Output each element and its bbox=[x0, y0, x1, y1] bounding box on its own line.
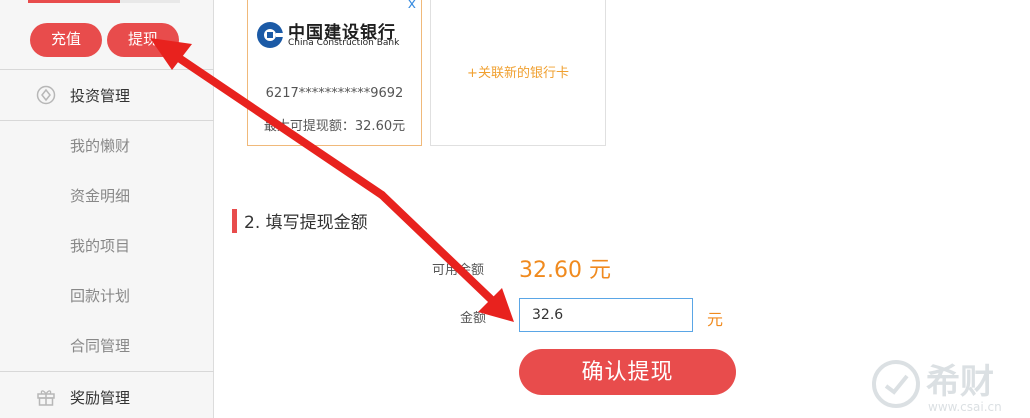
bank-card[interactable]: x 中国建设银行 China Construction Bank 6217***… bbox=[247, 0, 422, 146]
top-tab-active-indicator bbox=[28, 0, 120, 3]
sidebar-top-tabs bbox=[0, 0, 214, 3]
sidebar-divider bbox=[0, 120, 214, 121]
sidebar-item-my-projects[interactable]: 我的项目 bbox=[70, 236, 130, 256]
bank-name-en: China Construction Bank bbox=[288, 38, 400, 48]
sidebar-item-fund-details[interactable]: 资金明细 bbox=[70, 186, 130, 206]
ccb-logo-icon bbox=[257, 22, 285, 48]
sidebar: 充值 提现 投资管理 我的懒财 资金明细 我的项目 回款计划 合同管理 奖励管理 bbox=[0, 0, 214, 418]
balance-label: 可用余额 bbox=[432, 263, 485, 278]
balance-value: 32.60 元 bbox=[519, 258, 611, 283]
sidebar-item-lancai[interactable]: 我的懒财 bbox=[70, 136, 130, 156]
amount-unit: 元 bbox=[707, 310, 724, 329]
amount-label: 金额 bbox=[460, 311, 487, 326]
watermark-logo-icon bbox=[872, 360, 920, 408]
max-withdraw-amount: 最大可提现额：32.60元 bbox=[263, 119, 406, 134]
sidebar-group-label: 奖励管理 bbox=[70, 388, 131, 407]
watermark: 希财 www.csai.cn bbox=[870, 354, 1030, 418]
step-marker bbox=[232, 209, 237, 233]
sidebar-item-contracts[interactable]: 合同管理 bbox=[70, 336, 130, 356]
page: 充值 提现 投资管理 我的懒财 资金明细 我的项目 回款计划 合同管理 奖励管理… bbox=[0, 0, 1030, 418]
top-tab-inactive-indicator bbox=[120, 0, 180, 3]
sidebar-item-repayment-plan[interactable]: 回款计划 bbox=[70, 286, 130, 306]
card-number: 6217***********9692 bbox=[265, 86, 404, 101]
sidebar-group-label: 投资管理 bbox=[70, 86, 131, 105]
watermark-brand: 希财 bbox=[926, 362, 994, 402]
amount-input[interactable] bbox=[519, 298, 693, 332]
add-bank-card[interactable]: +关联新的银行卡 bbox=[430, 0, 606, 146]
withdraw-button[interactable]: 提现 bbox=[107, 23, 179, 57]
sidebar-group-rewards[interactable]: 奖励管理 bbox=[0, 372, 214, 418]
watermark-url: www.csai.cn bbox=[928, 400, 1002, 414]
gift-icon bbox=[35, 386, 57, 408]
add-bank-card-label: +关联新的银行卡 bbox=[467, 66, 569, 81]
recharge-button[interactable]: 充值 bbox=[30, 23, 102, 57]
confirm-withdraw-button[interactable]: 确认提现 bbox=[519, 349, 736, 395]
coin-icon bbox=[35, 84, 57, 106]
sidebar-group-investment[interactable]: 投资管理 bbox=[0, 70, 214, 120]
step-title: 2. 填写提现金额 bbox=[244, 213, 368, 233]
close-icon[interactable]: x bbox=[408, 0, 416, 12]
